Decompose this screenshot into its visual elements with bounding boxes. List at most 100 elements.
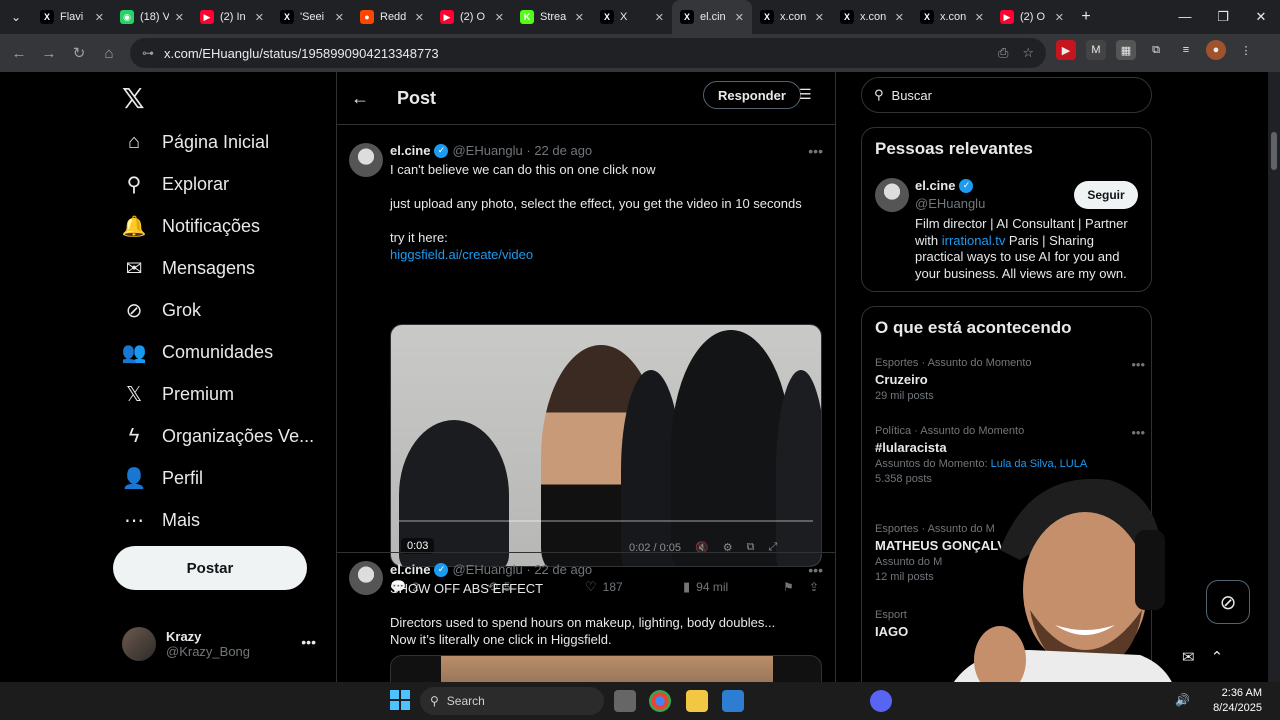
reload-icon[interactable]: ↻	[64, 44, 94, 62]
tweet-link[interactable]: higgsfield.ai/create/video	[390, 246, 820, 263]
extension-gmail-icon[interactable]: M	[1086, 40, 1106, 60]
tab-close-icon[interactable]: ✕	[1055, 11, 1064, 24]
browser-tab[interactable]: Xel.cin ✕	[672, 0, 752, 34]
close-window-icon[interactable]: ✕	[1242, 0, 1280, 34]
sidebar-item[interactable]: ϟ Organizações Ve...	[122, 416, 314, 456]
tab-search-button[interactable]: ⌄	[0, 0, 32, 34]
browser-menu-icon[interactable]: ⋮	[1236, 40, 1256, 60]
author-name[interactable]: el.cine	[390, 143, 430, 158]
reply-button[interactable]: Responder	[703, 81, 801, 109]
x-logo[interactable]: 𝕏	[122, 82, 145, 115]
media-control-icon[interactable]: ≡	[1176, 40, 1196, 60]
more-dots-icon[interactable]: •••	[301, 634, 316, 650]
search-input[interactable]: ⚲ Buscar	[861, 77, 1152, 113]
tab-close-icon[interactable]: ✕	[335, 11, 344, 24]
browser-tab[interactable]: X Flavi ✕	[32, 0, 112, 34]
bio-link[interactable]: irrational.tv	[942, 233, 1006, 248]
sidebar-item[interactable]: 𝕏 Premium	[122, 374, 234, 414]
account-switcher[interactable]: Krazy @Krazy_Bong •••	[122, 622, 322, 666]
browser-tab[interactable]: ▶ (2) O ✕	[432, 0, 512, 34]
browser-tab[interactable]: K Strea ✕	[512, 0, 592, 34]
avatar[interactable]	[349, 561, 383, 595]
home-browser-icon[interactable]: ⌂	[94, 45, 124, 62]
author-handle-date[interactable]: @EHuanglu · 22 de ago	[452, 562, 592, 577]
forward-icon[interactable]: →	[34, 45, 64, 62]
tab-close-icon[interactable]: ✕	[175, 11, 184, 24]
author-handle[interactable]: @EHuanglu	[915, 196, 985, 211]
taskbar-search[interactable]: ⚲ Search	[420, 687, 604, 715]
author-name[interactable]: el.cine ✓	[915, 178, 974, 193]
tab-close-icon[interactable]: ✕	[495, 11, 504, 24]
back-icon[interactable]: ←	[4, 45, 34, 62]
avatar[interactable]	[875, 178, 909, 212]
extension-grid-icon[interactable]: ▦	[1116, 40, 1136, 60]
video-progress-bar[interactable]	[399, 520, 813, 522]
browser-tab[interactable]: ● Redd ✕	[352, 0, 432, 34]
new-tab-button[interactable]: +	[1072, 8, 1100, 26]
browser-tab[interactable]: X X ✕	[592, 0, 672, 34]
more-dots-icon[interactable]: •••	[808, 143, 823, 159]
store-icon[interactable]	[722, 690, 744, 712]
task-view-icon[interactable]	[614, 690, 636, 712]
page-scrollbar[interactable]	[1268, 72, 1280, 682]
address-bar[interactable]: ⊶ x.com/EHuanglu/status/1958990904213348…	[130, 38, 1046, 68]
file-explorer-icon[interactable]	[686, 690, 708, 712]
sidebar-item[interactable]: ⋯ Mais	[122, 500, 200, 540]
messages-drawer-icon[interactable]: ✉	[1182, 648, 1195, 666]
browser-tab[interactable]: Xx.con ✕	[832, 0, 912, 34]
sidebar-item[interactable]: ⊘ Grok	[122, 290, 201, 330]
tweet-media[interactable]	[390, 655, 822, 682]
tab-close-icon[interactable]: ✕	[95, 11, 104, 24]
author-handle-date[interactable]: @EHuanglu · 22 de ago	[452, 143, 592, 158]
streamer-webcam-image	[940, 478, 1180, 720]
grok-floating-icon[interactable]: ⊘	[1206, 580, 1250, 624]
sidebar-item[interactable]: 👤 Perfil	[122, 458, 203, 498]
tab-close-icon[interactable]: ✕	[735, 11, 744, 24]
more-dots-icon[interactable]: •••	[1131, 425, 1145, 440]
browser-tab[interactable]: Xx.con ✕	[752, 0, 832, 34]
sliders-icon[interactable]: ☰	[799, 86, 812, 103]
tab-close-icon[interactable]: ✕	[255, 11, 264, 24]
profile-avatar[interactable]: ●	[1206, 40, 1226, 60]
browser-tab[interactable]: ◉ (18) V ✕	[112, 0, 192, 34]
discord-icon[interactable]	[870, 690, 892, 712]
sidebar-item[interactable]: 👥 Comunidades	[122, 332, 274, 372]
sidebar-item[interactable]: ⚲ Explorar	[122, 164, 229, 204]
browser-tab[interactable]: ▶ (2) O ✕	[992, 0, 1072, 34]
expand-up-icon[interactable]: ⌃	[1211, 648, 1224, 666]
tab-close-icon[interactable]: ✕	[575, 11, 584, 24]
tab-close-icon[interactable]: ✕	[415, 11, 424, 24]
system-clock[interactable]: 2:36 AM 8/24/2025	[1213, 686, 1262, 716]
avatar[interactable]	[349, 143, 383, 177]
browser-tab[interactable]: X 'Seei ✕	[272, 0, 352, 34]
author-name[interactable]: el.cine	[390, 562, 430, 577]
sidebar-item[interactable]: 🔔 Notificações	[122, 206, 261, 246]
windows-start-icon[interactable]	[390, 690, 410, 710]
site-info-icon[interactable]: ⊶	[142, 46, 154, 60]
browser-tab[interactable]: ▶ (2) In ✕	[192, 0, 272, 34]
extension-red-icon[interactable]: ▶	[1056, 40, 1076, 60]
minimize-icon[interactable]: —	[1166, 0, 1204, 34]
chrome-icon[interactable]	[649, 690, 671, 712]
post-button[interactable]: Postar	[113, 546, 307, 590]
install-app-icon[interactable]: ⎙	[998, 45, 1008, 61]
restore-icon[interactable]: ❐	[1204, 0, 1242, 34]
more-dots-icon[interactable]: •••	[808, 562, 823, 578]
tab-close-icon[interactable]: ✕	[655, 11, 664, 24]
url-text[interactable]: x.com/EHuanglu/status/195899090421334877…	[164, 46, 998, 61]
volume-icon[interactable]: 🔊	[1175, 693, 1190, 707]
tab-close-icon[interactable]: ✕	[815, 11, 824, 24]
trend-item[interactable]: Esportes · Assunto do Momento Cruzeiro 2…	[875, 357, 1145, 402]
tab-close-icon[interactable]: ✕	[975, 11, 984, 24]
follow-button[interactable]: Seguir	[1074, 181, 1138, 209]
sidebar-item[interactable]: ✉ Mensagens	[122, 248, 255, 288]
more-dots-icon[interactable]: •••	[1131, 357, 1145, 372]
extensions-puzzle-icon[interactable]: ⧉	[1146, 40, 1166, 60]
browser-tab[interactable]: Xx.con ✕	[912, 0, 992, 34]
sidebar-item[interactable]: ⌂ Página Inicial	[122, 122, 269, 162]
back-arrow-icon[interactable]: ←	[351, 88, 385, 109]
bookmark-star-icon[interactable]: ☆	[1022, 45, 1034, 61]
tweet[interactable]: el.cine ✓ @EHuanglu · 22 de ago ••• I ca…	[337, 125, 835, 594]
video-player[interactable]: 0:03 0:02 / 0:05 🔇 ⚙ ⧉ ⤢	[390, 324, 822, 567]
tab-close-icon[interactable]: ✕	[895, 11, 904, 24]
